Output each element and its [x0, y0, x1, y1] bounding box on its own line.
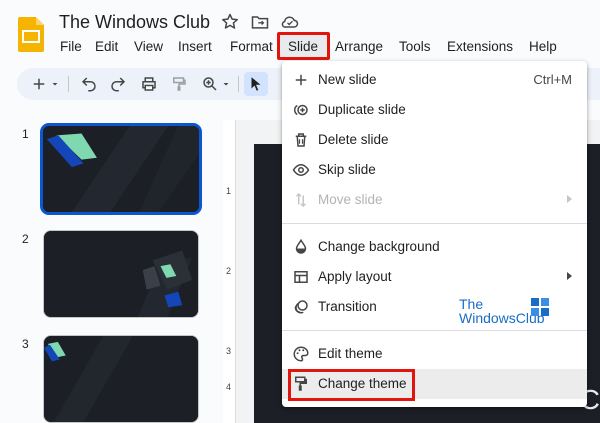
duplicate-icon: [292, 101, 310, 119]
menu-item-label: Move slide: [318, 192, 383, 207]
ruler-mark: 3: [226, 346, 232, 356]
move-arrows-icon: [292, 191, 310, 209]
menu-item-label: Edit theme: [318, 346, 383, 361]
vertical-ruler: 1 2 3 4: [223, 120, 236, 423]
menu-extensions[interactable]: Extensions: [447, 39, 513, 54]
menu-tools[interactable]: Tools: [399, 39, 431, 54]
menu-format[interactable]: Format: [230, 39, 273, 54]
cloud-status-icon[interactable]: [280, 12, 300, 32]
redo-icon[interactable]: [108, 74, 128, 94]
submenu-arrow-icon: [567, 195, 572, 203]
menu-item-edit-theme[interactable]: Edit theme: [282, 339, 587, 369]
slide-thumbnail-2[interactable]: [43, 230, 199, 318]
menu-item-label: Duplicate slide: [318, 102, 406, 117]
transition-icon: [292, 298, 310, 316]
slide-number: 2: [22, 232, 29, 246]
menu-arrange[interactable]: Arrange: [335, 39, 383, 54]
palette-icon: [292, 345, 310, 363]
ruler-mark: 1: [226, 186, 232, 196]
menu-divider: [282, 330, 587, 331]
layout-icon: [292, 268, 310, 286]
menu-help[interactable]: Help: [529, 39, 557, 54]
select-cursor-icon[interactable]: [244, 72, 268, 96]
menu-file[interactable]: File: [60, 39, 82, 54]
zoom-icon[interactable]: [200, 74, 220, 94]
submenu-arrow-icon: [567, 272, 572, 280]
slide-menu-dropdown: New slide Ctrl+M Duplicate slide Delete …: [282, 61, 587, 407]
menu-divider: [282, 223, 587, 224]
menu-item-label: Apply layout: [318, 269, 392, 284]
print-icon[interactable]: [139, 74, 159, 94]
ruler-mark: 4: [226, 382, 232, 392]
plus-icon: [292, 71, 310, 89]
star-icon[interactable]: [220, 12, 240, 32]
move-to-folder-icon[interactable]: [250, 12, 270, 32]
menu-item-duplicate-slide[interactable]: Duplicate slide: [282, 95, 587, 125]
change-theme-highlight: [288, 369, 415, 401]
undo-icon[interactable]: [79, 74, 99, 94]
menu-item-move-slide[interactable]: Move slide: [282, 185, 587, 215]
dropdown-arrow-icon[interactable]: [49, 74, 61, 94]
menu-item-label: New slide: [318, 72, 377, 87]
slide-number: 3: [22, 337, 29, 351]
menu-item-label: Skip slide: [318, 162, 376, 177]
dropdown-arrow-icon[interactable]: [220, 74, 232, 94]
ruler-mark: 2: [226, 266, 232, 276]
windows-logo-icon: [531, 298, 549, 316]
menu-item-shortcut: Ctrl+M: [533, 72, 572, 87]
menu-edit[interactable]: Edit: [95, 39, 118, 54]
menu-item-apply-layout[interactable]: Apply layout: [282, 262, 587, 292]
trash-icon: [292, 131, 310, 149]
menu-item-skip-slide[interactable]: Skip slide: [282, 155, 587, 185]
fill-drop-icon: [292, 238, 310, 256]
paint-format-icon[interactable]: [169, 74, 189, 94]
menu-slide[interactable]: Slide: [288, 39, 318, 54]
menu-insert[interactable]: Insert: [178, 39, 212, 54]
eye-icon: [292, 161, 310, 179]
menu-item-label: Delete slide: [318, 132, 389, 147]
watermark-logo: The WindowsClub: [459, 296, 559, 330]
menu-item-delete-slide[interactable]: Delete slide: [282, 125, 587, 155]
menu-item-change-background[interactable]: Change background: [282, 232, 587, 262]
slide-thumbnail-1[interactable]: [40, 123, 202, 215]
document-title[interactable]: The Windows Club: [59, 12, 210, 33]
menu-item-label: Change background: [318, 239, 440, 254]
menu-view[interactable]: View: [134, 39, 163, 54]
menu-item-new-slide[interactable]: New slide Ctrl+M: [282, 65, 587, 95]
new-slide-plus-icon[interactable]: [29, 74, 49, 94]
menu-item-label: Transition: [318, 299, 377, 314]
slides-logo-icon[interactable]: [18, 17, 44, 52]
slide-filmstrip: 1 2 3: [0, 105, 215, 423]
slide-thumbnail-3[interactable]: [43, 335, 199, 423]
slide-number: 1: [22, 127, 29, 141]
